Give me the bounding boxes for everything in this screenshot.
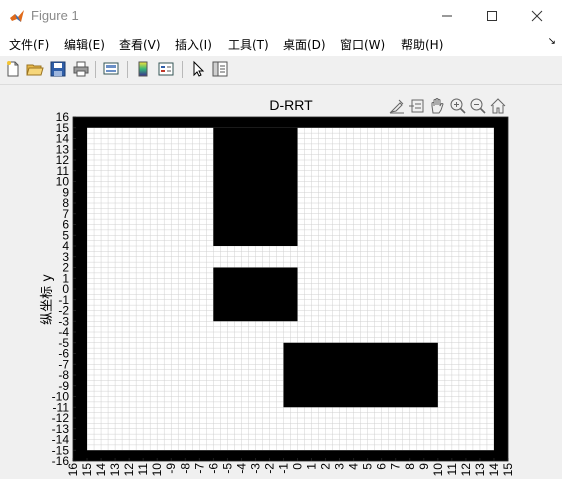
x-tick-label: -5: [220, 463, 234, 474]
x-tick-label: 3: [333, 463, 347, 470]
map-plot[interactable]: 161514131211109876543210-1-2-3-4-5-6-7-8…: [0, 0, 562, 479]
obstacle-2: [213, 267, 298, 322]
border-top: [73, 117, 508, 128]
obstacle-1: [213, 127, 298, 246]
border-right: [493, 117, 508, 461]
x-tick-label: 14: [94, 463, 108, 477]
x-tick-label: 10: [150, 463, 164, 477]
x-tick-label: 9: [417, 463, 431, 470]
x-tick-label: 0: [291, 463, 305, 470]
x-tick-label: 13: [473, 463, 487, 477]
x-tick-label: 15: [80, 463, 94, 477]
x-tick-label: -6: [206, 463, 220, 474]
x-tick-label: 14: [487, 463, 501, 477]
x-tick-label: 13: [108, 463, 122, 477]
x-tick-label: -3: [248, 463, 262, 474]
x-tick-label: 10: [431, 463, 445, 477]
x-tick-label: 11: [445, 463, 459, 476]
x-tick-label: 12: [459, 463, 473, 477]
x-tick-label: 2: [319, 463, 333, 470]
x-tick-label: -2: [262, 463, 276, 474]
obstacle-3: [283, 342, 438, 408]
x-tick-label: 1: [305, 463, 319, 470]
x-tick-label: 8: [403, 463, 417, 470]
x-tick-label: -1: [276, 463, 290, 474]
x-tick-label: 4: [347, 463, 361, 470]
x-tick-label: 15: [501, 463, 515, 477]
x-tick-label: 6: [375, 463, 389, 470]
x-tick-label: -9: [164, 463, 178, 474]
x-tick-label: 5: [361, 463, 375, 470]
x-tick-label: 12: [122, 463, 136, 477]
x-tick-label: -7: [192, 463, 206, 474]
border-bottom: [73, 450, 508, 461]
x-tick-label: -4: [234, 463, 248, 474]
x-tick-label: 11: [136, 463, 150, 476]
x-tick-label: -8: [178, 463, 192, 474]
x-tick-label: 7: [389, 463, 403, 470]
x-tick-label: 16: [66, 463, 80, 477]
